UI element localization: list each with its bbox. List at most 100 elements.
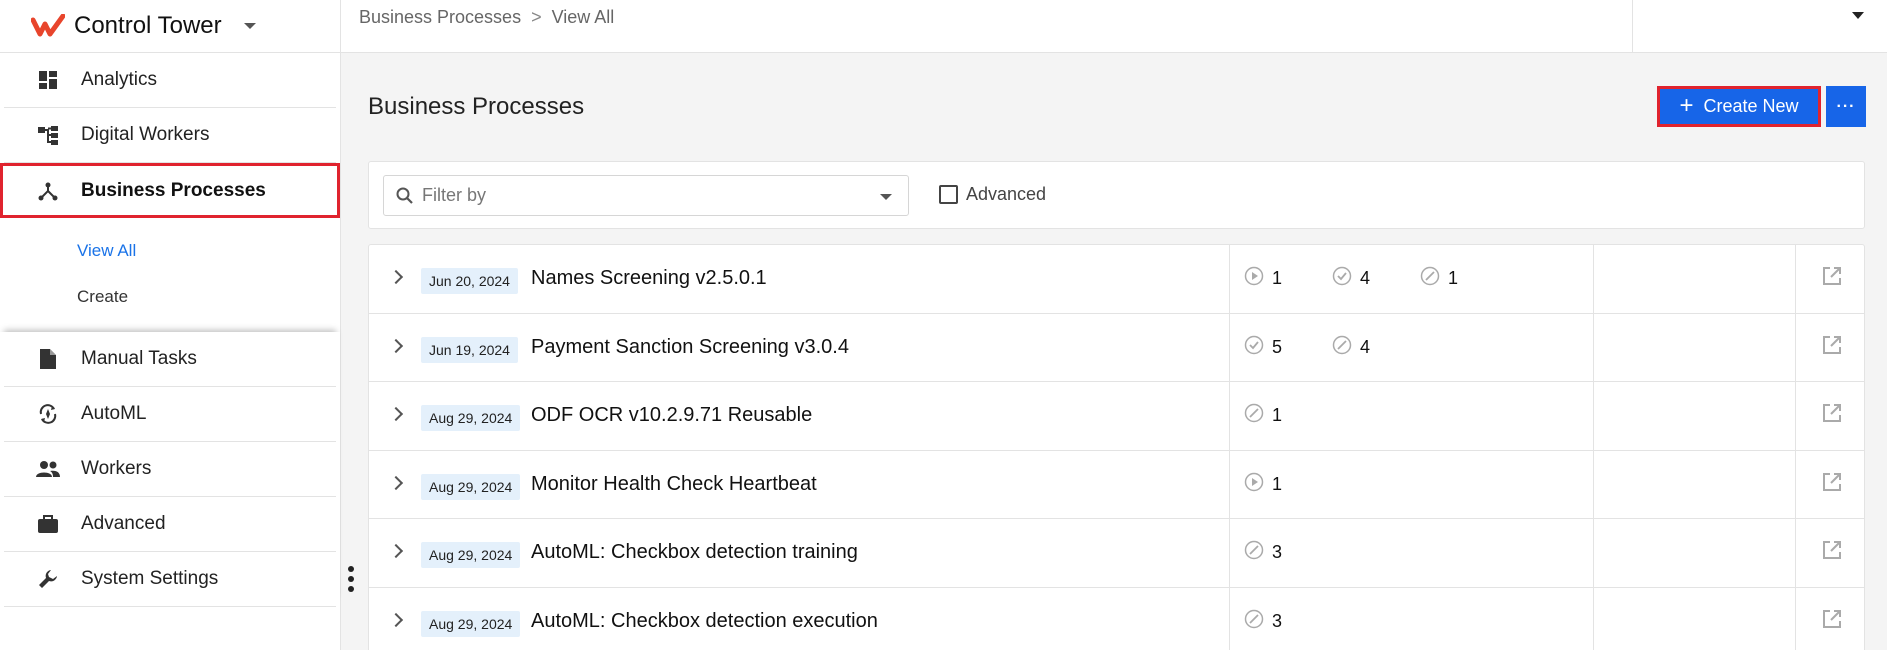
column-divider xyxy=(1229,245,1230,313)
process-name[interactable]: Payment Sanction Screening v3.0.4 xyxy=(531,336,849,359)
checkbox-icon[interactable] xyxy=(939,185,958,204)
sidebar-item-analytics[interactable]: Analytics xyxy=(4,53,336,108)
app-switcher-chevron-icon[interactable] xyxy=(243,23,256,29)
stat-running: 1 xyxy=(1244,472,1332,497)
open-external-icon[interactable] xyxy=(1821,402,1843,429)
filter-placeholder: Filter by xyxy=(422,185,487,205)
column-divider xyxy=(1795,450,1796,518)
running-icon xyxy=(1244,266,1272,291)
sidebar-subitem-view-all[interactable]: View All xyxy=(0,228,340,274)
plus-icon: + xyxy=(1679,91,1694,119)
sidebar-item-advanced[interactable]: Advanced xyxy=(4,497,336,552)
sidebar-item-label: Analytics xyxy=(81,69,158,90)
stat-completed: 5 xyxy=(1244,335,1332,360)
app-brand[interactable]: Control Tower xyxy=(0,0,340,53)
automl-icon xyxy=(36,402,60,426)
sidebar-item-label: Digital Workers xyxy=(81,124,210,145)
breadcrumb: Business Processes > View All xyxy=(359,7,614,28)
sidebar-item-label: System Settings xyxy=(81,568,219,589)
brand-logo-icon xyxy=(31,14,65,37)
sidebar-item-manual-tasks[interactable]: Manual Tasks xyxy=(4,332,336,387)
column-divider xyxy=(1229,450,1230,518)
dashboard-icon xyxy=(36,68,60,92)
process-name[interactable]: AutoML: Checkbox detection training xyxy=(531,541,858,564)
column-divider xyxy=(1795,587,1796,650)
more-options-button[interactable]: ··· xyxy=(1826,86,1866,127)
sidebar-group: Manual Tasks AutoML Workers Advanced Sys… xyxy=(0,332,340,607)
open-external-icon[interactable] xyxy=(1821,334,1843,361)
table-row[interactable]: Aug 29, 2024 ODF OCR v10.2.9.71 Reusable… xyxy=(369,382,1864,451)
open-external-icon[interactable] xyxy=(1821,539,1843,566)
expand-chevron-icon[interactable] xyxy=(388,406,404,422)
sidebar-item-business-processes[interactable]: Business Processes xyxy=(0,163,340,218)
table-row[interactable]: Jun 20, 2024 Names Screening v2.5.0.1 1 … xyxy=(369,245,1864,314)
expand-chevron-icon[interactable] xyxy=(388,612,404,627)
stat-value: 1 xyxy=(1272,473,1283,494)
column-divider xyxy=(1593,450,1594,518)
process-name[interactable]: Monitor Health Check Heartbeat xyxy=(531,473,817,496)
sidebar-subitem-create[interactable]: Create xyxy=(0,274,340,320)
process-name[interactable]: Names Screening v2.5.0.1 xyxy=(531,267,767,290)
page-title: Business Processes xyxy=(368,93,585,120)
process-name[interactable]: AutoML: Checkbox detection execution xyxy=(531,610,878,633)
open-external-icon[interactable] xyxy=(1821,265,1843,292)
sidebar-submenu: View All Create xyxy=(0,218,340,332)
column-divider xyxy=(1593,313,1594,381)
stat-disabled: 3 xyxy=(1244,540,1332,565)
sidebar-item-label: Workers xyxy=(81,458,152,479)
column-divider xyxy=(1593,519,1594,587)
org-tree-icon xyxy=(36,123,60,147)
advanced-label: Advanced xyxy=(966,184,1047,204)
stat-disabled: 3 xyxy=(1244,609,1332,634)
column-divider xyxy=(1795,519,1796,587)
column-divider xyxy=(1229,519,1230,587)
user-menu-chevron-icon[interactable] xyxy=(1852,12,1864,19)
top-bar: Business Processes > View All xyxy=(341,0,1887,53)
expand-chevron-icon[interactable] xyxy=(388,543,404,559)
stat-value: 4 xyxy=(1360,268,1371,288)
breadcrumb-item-business-processes[interactable]: Business Processes xyxy=(359,7,521,28)
sidebar-item-system-settings[interactable]: System Settings xyxy=(4,552,336,607)
stat-completed: 4 xyxy=(1332,266,1420,291)
expand-chevron-icon[interactable] xyxy=(388,475,404,490)
disabled-icon xyxy=(1420,266,1448,291)
disabled-icon xyxy=(1332,335,1360,360)
status-counts: 3 xyxy=(1244,609,1332,634)
expand-chevron-icon[interactable] xyxy=(388,338,404,353)
column-divider xyxy=(1795,313,1796,381)
completed-icon xyxy=(1332,266,1360,291)
date-badge: Aug 29, 2024 xyxy=(421,610,521,637)
column-divider xyxy=(1229,313,1230,381)
table-row[interactable]: Aug 29, 2024 AutoML: Checkbox detection … xyxy=(369,519,1864,588)
stat-value: 4 xyxy=(1360,336,1371,357)
table-row[interactable]: Aug 29, 2024 Monitor Health Check Heartb… xyxy=(369,450,1864,519)
create-new-button[interactable]: + Create New xyxy=(1657,86,1821,127)
open-external-icon[interactable] xyxy=(1821,471,1843,498)
date-badge: Aug 29, 2024 xyxy=(421,542,521,568)
sidebar-item-digital-workers[interactable]: Digital Workers xyxy=(4,108,336,163)
advanced-checkbox[interactable]: Advanced xyxy=(939,184,1046,205)
stat-value: 1 xyxy=(1272,405,1283,425)
stat-value: 3 xyxy=(1272,610,1283,631)
status-counts: 1 xyxy=(1244,472,1332,497)
stat-disabled: 4 xyxy=(1332,335,1420,360)
search-icon xyxy=(396,187,413,204)
date-badge: Aug 29, 2024 xyxy=(421,473,521,500)
top-divider xyxy=(1632,0,1633,53)
sidebar-item-label: Advanced xyxy=(81,513,166,534)
sidebar-item-workers[interactable]: Workers xyxy=(4,442,336,497)
table-row[interactable]: Jun 19, 2024 Payment Sanction Screening … xyxy=(369,313,1864,382)
sidebar-resize-handle[interactable] xyxy=(348,566,354,592)
open-external-icon[interactable] xyxy=(1821,608,1843,635)
table-row[interactable]: Aug 29, 2024 AutoML: Checkbox detection … xyxy=(369,587,1864,650)
disabled-icon xyxy=(1244,403,1272,428)
process-name[interactable]: ODF OCR v10.2.9.71 Reusable xyxy=(531,404,812,427)
sidebar-item-automl[interactable]: AutoML xyxy=(4,387,336,442)
filter-dropdown-icon[interactable] xyxy=(880,194,892,200)
column-divider xyxy=(1593,245,1594,313)
expand-chevron-icon[interactable] xyxy=(388,269,404,285)
filter-input[interactable]: Filter by xyxy=(383,175,909,216)
stat-disabled: 1 xyxy=(1420,266,1508,291)
sidebar-item-label: Manual Tasks xyxy=(81,348,197,369)
stat-value: 3 xyxy=(1272,542,1283,562)
